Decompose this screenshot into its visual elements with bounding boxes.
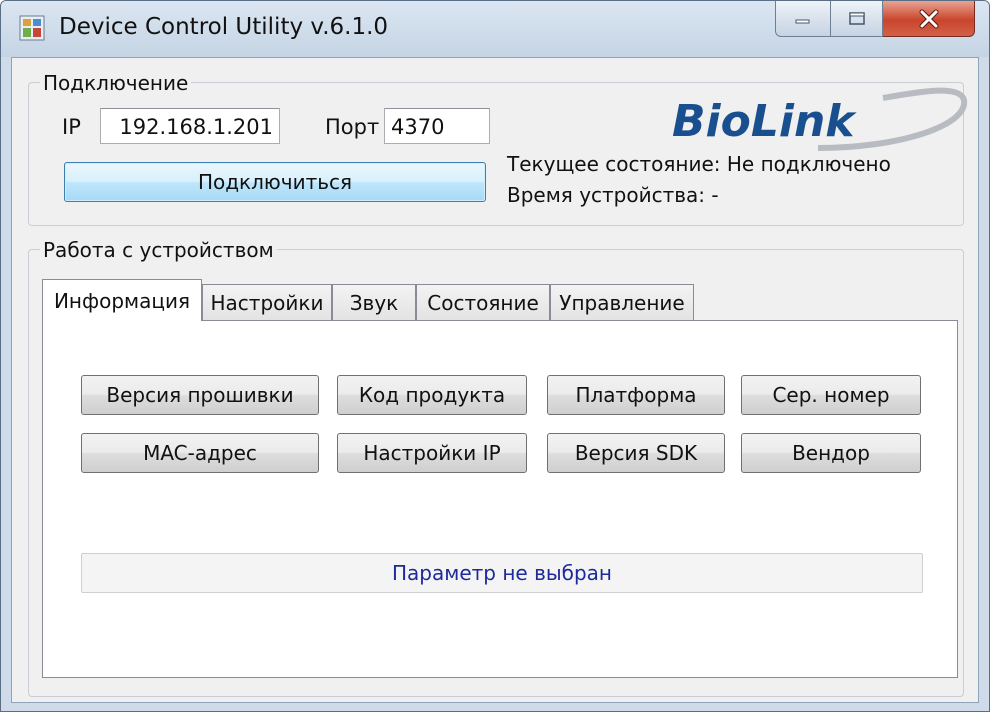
maximize-icon	[848, 11, 865, 25]
app-window-icon	[19, 15, 45, 41]
minimize-icon	[795, 19, 810, 23]
device-time-text: Время устройства: -	[507, 183, 719, 207]
device-work-group-label: Работа с устройством	[40, 238, 277, 262]
biolink-logo-text: BioLink	[672, 96, 857, 147]
tab-management[interactable]: Управление	[550, 284, 694, 320]
client-area: Подключение IP 192.168.1.201 Порт 4370 П…	[11, 57, 979, 703]
close-button[interactable]	[883, 1, 975, 37]
tab-settings[interactable]: Настройки	[202, 284, 332, 320]
tab-panel-information: Версия прошивки Код продукта Платформа С…	[42, 320, 958, 678]
port-label: Порт	[325, 115, 380, 139]
close-icon	[919, 9, 938, 28]
serial-number-button[interactable]: Сер. номер	[741, 375, 921, 415]
firmware-version-button[interactable]: Версия прошивки	[81, 375, 319, 415]
vendor-button[interactable]: Вендор	[741, 433, 921, 473]
ip-settings-button[interactable]: Настройки IP	[337, 433, 527, 473]
connect-button[interactable]: Подключиться	[64, 162, 486, 202]
maximize-button[interactable]	[831, 1, 883, 37]
caption-buttons	[775, 1, 975, 39]
ip-label: IP	[62, 115, 81, 139]
window-title: Device Control Utility v.6.1.0	[59, 14, 389, 40]
tab-state[interactable]: Состояние	[416, 284, 550, 320]
tab-information[interactable]: Информация	[42, 279, 202, 321]
tab-sound[interactable]: Звук	[332, 284, 416, 320]
sdk-version-button[interactable]: Версия SDK	[547, 433, 725, 473]
port-field[interactable]: 4370	[384, 108, 490, 144]
mac-address-button[interactable]: MAC-адрес	[81, 433, 319, 473]
app-window: Device Control Utility v.6.1.0 Подключен…	[0, 0, 990, 712]
connection-state-text: Текущее состояние: Не подключено	[507, 152, 891, 176]
biolink-logo: BioLink	[672, 87, 968, 151]
minimize-button[interactable]	[775, 1, 831, 37]
title-bar[interactable]: Device Control Utility v.6.1.0	[1, 1, 989, 57]
connection-group-label: Подключение	[40, 71, 192, 95]
ip-field[interactable]: 192.168.1.201	[100, 108, 280, 144]
product-code-button[interactable]: Код продукта	[337, 375, 527, 415]
parameter-display: Параметр не выбран	[81, 553, 923, 593]
platform-button[interactable]: Платформа	[547, 375, 725, 415]
